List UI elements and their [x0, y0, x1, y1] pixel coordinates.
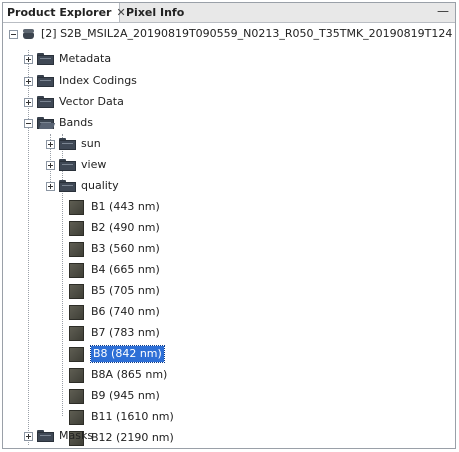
node-label: Bands: [59, 116, 93, 129]
node-label: Vector Data: [59, 95, 124, 108]
raster-band-icon: [69, 199, 84, 215]
raster-band-icon: [69, 367, 84, 383]
tab-product-explorer[interactable]: Product Explorer ✕: [3, 3, 126, 22]
node-label: Metadata: [59, 52, 112, 65]
minimize-icon[interactable]: —: [437, 3, 449, 22]
tree-node-bands[interactable]: Bands: [24, 113, 93, 133]
product-icon: [22, 28, 36, 40]
raster-band-icon: [69, 262, 84, 278]
band-item[interactable]: B7 (783 nm): [69, 323, 160, 343]
folder-icon: [59, 159, 76, 171]
raster-band-icon: [69, 304, 84, 320]
tab-product-explorer-label: Product Explorer: [7, 6, 112, 19]
folder-icon: [37, 96, 54, 108]
band-item[interactable]: B9 (945 nm): [69, 386, 160, 406]
expand-toggle[interactable]: [46, 181, 55, 191]
raster-band-icon: [69, 283, 84, 299]
band-label: B1 (443 nm): [91, 200, 160, 213]
band-item[interactable]: B8A (865 nm): [69, 365, 167, 385]
tab-pixel-info[interactable]: Pixel Info: [122, 3, 188, 22]
band-label: B3 (560 nm): [91, 242, 160, 255]
raster-band-icon: [69, 346, 84, 362]
tree-node-sun[interactable]: sun: [46, 134, 101, 154]
band-label: B8 (842 nm): [90, 345, 165, 363]
expand-toggle[interactable]: [46, 139, 55, 149]
node-label: view: [81, 158, 107, 171]
folder-icon: [37, 53, 54, 65]
node-label: sun: [81, 137, 101, 150]
tree-node-quality[interactable]: quality: [46, 176, 119, 196]
band-label: B5 (705 nm): [91, 284, 160, 297]
node-label: Masks: [59, 429, 94, 442]
raster-band-icon: [69, 388, 84, 404]
band-item[interactable]: B11 (1610 nm): [69, 407, 174, 427]
product-label: [2] S2B_MSIL2A_20190819T090559_N0213_R05…: [41, 27, 453, 40]
band-label: B12 (2190 nm): [91, 431, 174, 444]
open-folder-icon: [37, 117, 54, 129]
tree-node-index-codings[interactable]: Index Codings: [24, 71, 137, 91]
expand-toggle[interactable]: [24, 431, 33, 441]
band-item[interactable]: B3 (560 nm): [69, 239, 160, 259]
tree-node-masks[interactable]: Masks: [24, 426, 93, 446]
tree-node-vector-data[interactable]: Vector Data: [24, 92, 124, 112]
tree-node-view[interactable]: view: [46, 155, 106, 175]
raster-band-icon: [69, 220, 84, 236]
folder-icon: [59, 180, 76, 192]
raster-band-icon: [69, 241, 84, 257]
band-item-selected[interactable]: B8 (842 nm): [69, 344, 165, 364]
product-explorer-panel: Product Explorer ✕ Pixel Info — [2] S2B_M…: [2, 2, 456, 449]
band-label: B2 (490 nm): [91, 221, 160, 234]
band-label: B9 (945 nm): [91, 389, 160, 402]
product-node[interactable]: [2] S2B_MSIL2A_20190819T090559_N0213_R05…: [9, 24, 452, 44]
folder-icon: [59, 138, 76, 150]
expand-toggle[interactable]: [24, 76, 33, 86]
collapse-toggle[interactable]: [9, 29, 18, 39]
node-label: quality: [81, 179, 119, 192]
raster-band-icon: [69, 409, 84, 425]
folder-icon: [37, 430, 54, 442]
product-tree: [2] S2B_MSIL2A_20190819T090559_N0213_R05…: [3, 22, 455, 448]
collapse-toggle[interactable]: [24, 118, 33, 128]
band-label: B6 (740 nm): [91, 305, 160, 318]
tab-bar: Product Explorer ✕ Pixel Info —: [3, 3, 455, 23]
band-label: B8A (865 nm): [91, 368, 168, 381]
band-item[interactable]: B2 (490 nm): [69, 218, 160, 238]
expand-toggle[interactable]: [24, 97, 33, 107]
folder-icon: [37, 75, 54, 87]
raster-band-icon: [69, 325, 84, 341]
tab-pixel-info-label: Pixel Info: [126, 6, 185, 19]
band-item[interactable]: B6 (740 nm): [69, 302, 160, 322]
expand-toggle[interactable]: [24, 54, 33, 64]
node-label: Index Codings: [59, 74, 137, 87]
expand-toggle[interactable]: [46, 160, 55, 170]
band-item[interactable]: B5 (705 nm): [69, 281, 160, 301]
band-item[interactable]: B4 (665 nm): [69, 260, 160, 280]
tree-node-metadata[interactable]: Metadata: [24, 49, 111, 69]
band-label: B7 (783 nm): [91, 326, 160, 339]
band-label: B4 (665 nm): [91, 263, 160, 276]
band-label: B11 (1610 nm): [91, 410, 174, 423]
band-item[interactable]: B1 (443 nm): [69, 197, 160, 217]
